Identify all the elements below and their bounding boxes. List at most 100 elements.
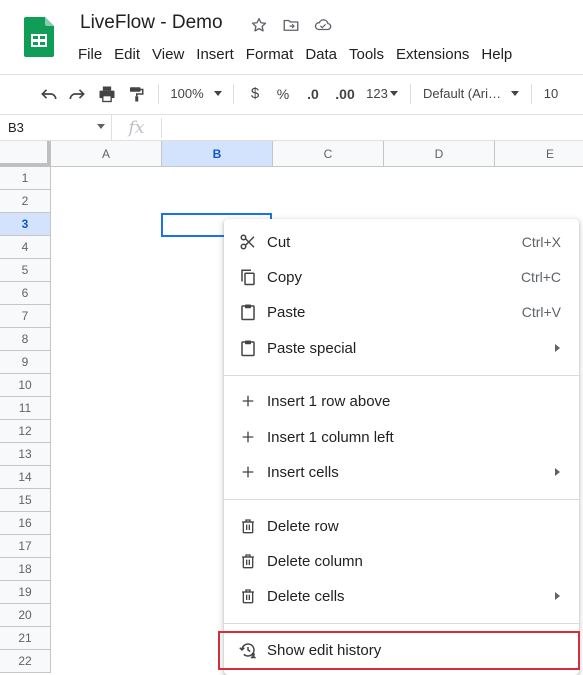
row-header[interactable]: 18 bbox=[0, 558, 51, 581]
menu-extensions[interactable]: Extensions bbox=[390, 45, 475, 65]
chevron-down-icon bbox=[213, 91, 222, 96]
row-header[interactable]: 13 bbox=[0, 443, 51, 466]
undo-icon[interactable] bbox=[36, 80, 62, 108]
column-header-b[interactable]: B bbox=[162, 141, 273, 167]
zoom-value: 100% bbox=[170, 86, 204, 101]
document-title[interactable]: LiveFlow - Demo bbox=[80, 12, 223, 34]
menu-item-label: Paste special bbox=[267, 339, 357, 357]
row-header[interactable]: 20 bbox=[0, 604, 51, 627]
sheets-logo-icon[interactable] bbox=[24, 17, 54, 57]
zoom-select[interactable]: 100% bbox=[167, 80, 225, 108]
column-header-e[interactable]: E bbox=[495, 141, 583, 167]
menu-item-delete-cells[interactable]: Delete cells bbox=[224, 579, 579, 613]
star-icon[interactable] bbox=[248, 14, 270, 36]
column-header-c[interactable]: C bbox=[273, 141, 384, 167]
increase-decimal-button[interactable]: .00 bbox=[328, 80, 362, 108]
trash-icon bbox=[238, 551, 258, 571]
menu-help[interactable]: Help bbox=[475, 45, 518, 65]
print-icon[interactable] bbox=[92, 80, 122, 108]
plus-icon bbox=[238, 391, 258, 411]
row-header[interactable]: 19 bbox=[0, 581, 51, 604]
column-header-a[interactable]: A bbox=[51, 141, 162, 167]
menu-tools[interactable]: Tools bbox=[343, 45, 390, 65]
font-value: Default (Ari… bbox=[423, 86, 502, 101]
toolbar: 100% $ % .0 .00 123 Default (Ari… 10 bbox=[0, 74, 583, 112]
shortcut-label: Ctrl+C bbox=[520, 269, 561, 285]
row-header[interactable]: 12 bbox=[0, 420, 51, 443]
menu-item-label: Insert cells bbox=[267, 463, 339, 481]
paint-format-icon[interactable] bbox=[122, 80, 150, 108]
menu-item-insert-row-above[interactable]: Insert 1 row above bbox=[224, 384, 579, 418]
menu-bar: File Edit View Insert Format Data Tools … bbox=[72, 45, 518, 65]
menu-item-cut[interactable]: Cut Ctrl+X bbox=[224, 225, 579, 259]
row-header[interactable]: 15 bbox=[0, 489, 51, 512]
row-header[interactable]: 1 bbox=[0, 167, 51, 190]
menu-item-insert-cells[interactable]: Insert cells bbox=[224, 455, 579, 489]
select-all-corner[interactable] bbox=[0, 141, 51, 167]
clipboard-icon bbox=[238, 338, 258, 358]
shortcut-label: Ctrl+V bbox=[521, 304, 561, 320]
row-header[interactable]: 7 bbox=[0, 305, 51, 328]
trash-icon bbox=[238, 516, 258, 536]
move-to-folder-icon[interactable] bbox=[280, 14, 302, 36]
scissors-icon bbox=[238, 232, 258, 252]
formula-input[interactable] bbox=[162, 115, 583, 140]
menu-item-label: Paste bbox=[267, 303, 306, 321]
more-formats-button[interactable]: 123 bbox=[362, 80, 402, 108]
row-header[interactable]: 9 bbox=[0, 351, 51, 374]
name-box[interactable]: B3 bbox=[0, 115, 112, 140]
currency-format-button[interactable]: $ bbox=[242, 80, 268, 108]
percent-format-button[interactable]: % bbox=[268, 80, 298, 108]
menu-data[interactable]: Data bbox=[299, 45, 343, 65]
menu-item-delete-column[interactable]: Delete column bbox=[224, 544, 579, 578]
row-header[interactable]: 16 bbox=[0, 512, 51, 535]
menu-item-insert-column-left[interactable]: Insert 1 column left bbox=[224, 420, 579, 454]
row-header[interactable]: 22 bbox=[0, 650, 51, 673]
google-sheets-window: LiveFlow - Demo File Edit View Insert Fo… bbox=[0, 0, 583, 675]
menu-divider bbox=[224, 623, 579, 624]
clipboard-icon bbox=[238, 302, 258, 322]
row-header[interactable]: 11 bbox=[0, 397, 51, 420]
submenu-arrow-icon bbox=[555, 344, 560, 352]
menu-item-paste-special[interactable]: Paste special bbox=[224, 331, 579, 365]
menu-file[interactable]: File bbox=[72, 45, 108, 65]
menu-item-label: Delete cells bbox=[267, 587, 345, 605]
row-header[interactable]: 14 bbox=[0, 466, 51, 489]
menu-item-paste[interactable]: Paste Ctrl+V bbox=[224, 295, 579, 329]
menu-item-label: Copy bbox=[267, 268, 303, 286]
chevron-down-icon bbox=[97, 124, 105, 129]
menu-edit[interactable]: Edit bbox=[108, 45, 146, 65]
menu-item-label: Insert 1 row above bbox=[267, 392, 391, 410]
row-header-selected[interactable]: 3 bbox=[0, 213, 51, 236]
name-box-value: B3 bbox=[8, 120, 24, 135]
menu-divider bbox=[224, 375, 579, 376]
decrease-decimal-button[interactable]: .0 bbox=[298, 80, 328, 108]
redo-icon[interactable] bbox=[62, 80, 92, 108]
row-header[interactable]: 8 bbox=[0, 328, 51, 351]
formula-bar: B3 fx bbox=[0, 114, 583, 141]
menu-insert[interactable]: Insert bbox=[190, 45, 240, 65]
header: LiveFlow - Demo File Edit View Insert Fo… bbox=[0, 0, 583, 72]
menu-view[interactable]: View bbox=[146, 45, 190, 65]
menu-format[interactable]: Format bbox=[240, 45, 300, 65]
row-header[interactable]: 2 bbox=[0, 190, 51, 213]
chevron-down-icon bbox=[511, 91, 519, 96]
row-header[interactable]: 10 bbox=[0, 374, 51, 397]
row-header[interactable]: 17 bbox=[0, 535, 51, 558]
copy-icon bbox=[238, 267, 258, 287]
cloud-saved-icon[interactable] bbox=[312, 14, 334, 36]
fx-icon: fx bbox=[112, 117, 162, 138]
row-header[interactable]: 6 bbox=[0, 282, 51, 305]
context-menu: Cut Ctrl+X Copy Ctrl+C Paste Ctrl+V Past… bbox=[224, 219, 579, 675]
menu-item-copy[interactable]: Copy Ctrl+C bbox=[224, 260, 579, 294]
plus-icon bbox=[238, 462, 258, 482]
row-header[interactable]: 21 bbox=[0, 627, 51, 650]
row-header[interactable]: 4 bbox=[0, 236, 51, 259]
menu-item-label: Cut bbox=[267, 233, 291, 251]
menu-item-label: Delete row bbox=[267, 517, 339, 535]
row-header[interactable]: 5 bbox=[0, 259, 51, 282]
menu-item-delete-row[interactable]: Delete row bbox=[224, 509, 579, 543]
font-size-input[interactable]: 10 bbox=[540, 80, 562, 108]
column-header-d[interactable]: D bbox=[384, 141, 495, 167]
font-select[interactable]: Default (Ari… bbox=[419, 80, 523, 108]
